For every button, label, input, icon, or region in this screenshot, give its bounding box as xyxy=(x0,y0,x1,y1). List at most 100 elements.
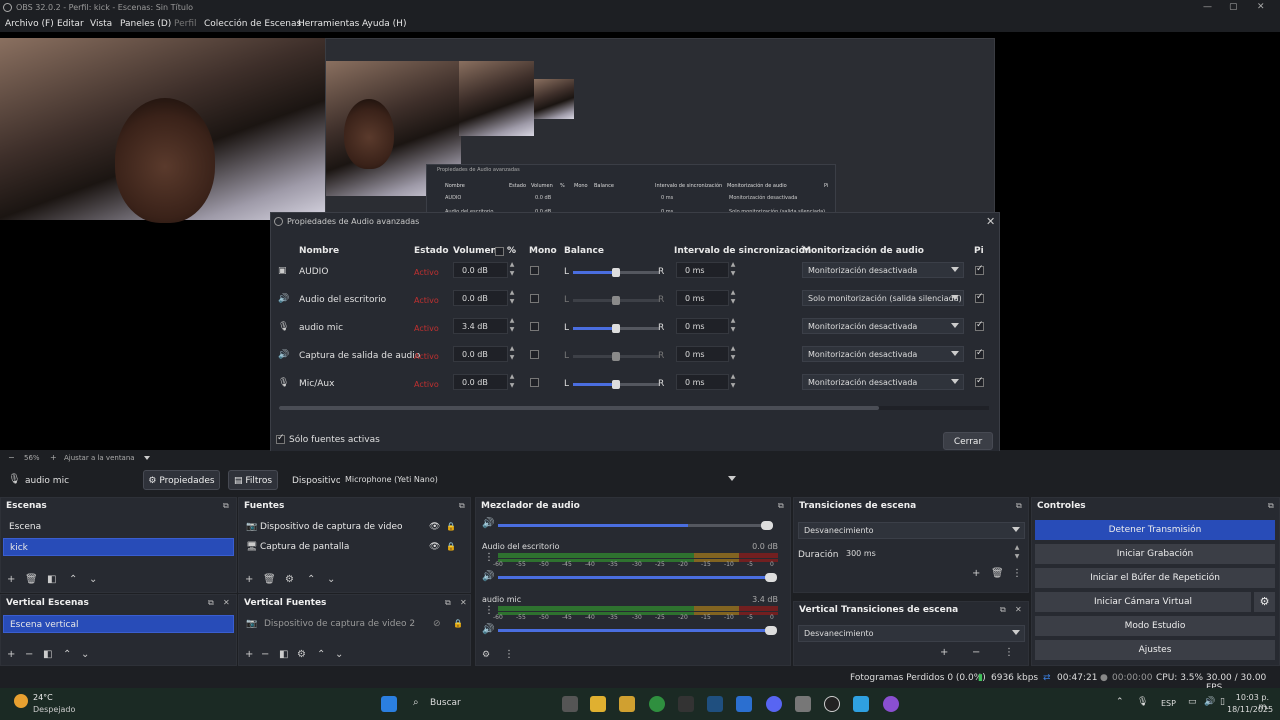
vertical-scene-item[interactable]: Escena vertical xyxy=(3,615,234,633)
search-icon[interactable]: ⌕ xyxy=(413,697,419,708)
remove-icon[interactable]: − xyxy=(972,647,980,658)
app-icon[interactable] xyxy=(736,696,752,712)
speaker-icon[interactable]: 🔊 xyxy=(482,518,494,529)
track-checkbox[interactable] xyxy=(975,320,984,331)
menu-ayuda[interactable]: Ayuda (H) xyxy=(362,19,406,29)
volume-input[interactable]: 3.4 dB xyxy=(453,318,508,334)
spin-up-icon[interactable]: ▲ xyxy=(1013,544,1021,551)
lock-icon[interactable]: 🔒 xyxy=(453,619,463,628)
spin-up-icon[interactable]: ▲ xyxy=(508,261,516,268)
task-view-icon[interactable] xyxy=(562,696,578,712)
menu-herramientas[interactable]: Herramientas xyxy=(298,19,359,29)
lock-icon[interactable]: 🔒 xyxy=(446,542,456,551)
spin-down-icon[interactable]: ▼ xyxy=(508,382,516,389)
vertical-transition-select[interactable]: Desvanecimiento xyxy=(798,625,1025,642)
eye-icon[interactable]: 👁 xyxy=(429,522,440,532)
track-checkbox[interactable] xyxy=(975,264,984,275)
app-icon[interactable] xyxy=(853,696,869,712)
start-replay-buffer-button[interactable]: Iniciar el Búfer de Repetición xyxy=(1035,568,1275,588)
scene-item[interactable]: Escena xyxy=(3,518,234,536)
move-down-icon[interactable]: ⌄ xyxy=(327,574,335,585)
duration-input[interactable]: 300 ms xyxy=(838,546,1025,562)
spin-up-icon[interactable]: ▲ xyxy=(508,345,516,352)
move-up-icon[interactable]: ⌃ xyxy=(69,574,77,585)
menu-archivo[interactable]: Archivo (F) xyxy=(5,19,54,29)
spin-up-icon[interactable]: ▲ xyxy=(508,289,516,296)
sync-offset-input[interactable]: 0 ms xyxy=(676,262,729,278)
mono-checkbox[interactable] xyxy=(530,322,539,331)
gear-icon[interactable]: ⚙ xyxy=(482,650,490,660)
sync-offset-input[interactable]: 0 ms xyxy=(676,318,729,334)
mic-icon[interactable]: 🎙 xyxy=(1137,697,1148,707)
undock-icon[interactable]: ⧉ xyxy=(459,501,465,511)
close-icon[interactable]: ✕ xyxy=(223,598,230,607)
eye-hidden-icon[interactable]: ⊘ xyxy=(433,619,441,629)
spin-up-icon[interactable]: ▲ xyxy=(729,345,737,352)
properties-button[interactable]: ⚙ Propiedades xyxy=(143,470,220,490)
chevron-down-icon[interactable] xyxy=(144,456,150,460)
menu-coleccion[interactable]: Colección de Escenas xyxy=(204,19,301,29)
header-state[interactable]: Estado xyxy=(414,246,449,256)
device-select[interactable]: Microphone (Yeti Nano) xyxy=(340,472,740,489)
move-up-icon[interactable]: ⌃ xyxy=(317,649,325,660)
master-volume-slider[interactable] xyxy=(498,521,773,530)
filter-icon[interactable]: ◧ xyxy=(43,649,52,660)
spin-down-icon[interactable]: ▼ xyxy=(729,298,737,305)
balance-slider[interactable] xyxy=(573,296,659,305)
trash-icon[interactable]: 🗑 xyxy=(991,568,1004,579)
sync-offset-input[interactable]: 0 ms xyxy=(676,346,729,362)
close-icon[interactable]: ✕ xyxy=(460,598,467,607)
balance-slider[interactable] xyxy=(573,268,659,277)
app-icon[interactable] xyxy=(883,696,899,712)
spin-up-icon[interactable]: ▲ xyxy=(729,261,737,268)
more-icon[interactable]: ⋮ xyxy=(1012,568,1022,579)
lock-icon[interactable]: 🔒 xyxy=(446,522,456,531)
spin-down-icon[interactable]: ▼ xyxy=(508,270,516,277)
mono-checkbox[interactable] xyxy=(530,350,539,359)
spin-up-icon[interactable]: ▲ xyxy=(729,289,737,296)
add-icon[interactable]: + xyxy=(940,647,948,658)
add-icon[interactable]: + xyxy=(245,649,253,660)
maximize-icon[interactable]: ▢ xyxy=(1229,2,1238,12)
channel-volume-slider[interactable] xyxy=(498,626,777,635)
zoom-in-button[interactable]: + xyxy=(50,453,57,462)
active-only-checkbox[interactable] xyxy=(276,433,285,444)
spin-down-icon[interactable]: ▼ xyxy=(729,326,737,333)
chrome-icon[interactable] xyxy=(649,696,665,712)
fit-window-select[interactable]: Ajustar a la ventana xyxy=(64,454,135,462)
speaker-icon[interactable]: 🔊 xyxy=(482,571,494,582)
speaker-icon[interactable]: 🔊 xyxy=(482,624,494,635)
minimize-icon[interactable]: — xyxy=(1203,2,1212,12)
spin-down-icon[interactable]: ▼ xyxy=(1013,553,1021,560)
undock-icon[interactable]: ⧉ xyxy=(445,598,451,608)
eye-icon[interactable]: 👁 xyxy=(429,542,440,552)
spin-down-icon[interactable]: ▼ xyxy=(508,326,516,333)
undock-icon[interactable]: ⧉ xyxy=(778,501,784,511)
volume-icon[interactable]: 🔊 xyxy=(1204,697,1215,707)
close-icon[interactable]: ✕ xyxy=(1015,605,1022,614)
move-down-icon[interactable]: ⌄ xyxy=(335,649,343,660)
spin-up-icon[interactable]: ▲ xyxy=(508,373,516,380)
menu-paneles[interactable]: Paneles (D) xyxy=(120,19,171,29)
source-item[interactable]: Captura de pantalla xyxy=(254,538,424,556)
discord-icon[interactable] xyxy=(766,696,782,712)
header-volume[interactable]: Volumen xyxy=(453,246,497,256)
header-sync[interactable]: Intervalo de sincronización xyxy=(674,246,811,256)
balance-slider[interactable] xyxy=(573,352,659,361)
clock-date[interactable]: 18/11/2025 xyxy=(1227,705,1273,714)
spin-down-icon[interactable]: ▼ xyxy=(729,270,737,277)
dialog-close-icon[interactable]: ✕ xyxy=(986,215,995,228)
app-icon[interactable] xyxy=(678,696,694,712)
balance-slider[interactable] xyxy=(573,324,659,333)
move-down-icon[interactable]: ⌄ xyxy=(89,574,97,585)
header-name[interactable]: Nombre xyxy=(299,246,339,256)
gear-icon[interactable]: ⚙ xyxy=(297,649,306,660)
undock-icon[interactable]: ⧉ xyxy=(208,598,214,608)
steam-icon[interactable] xyxy=(707,696,723,712)
settings-button[interactable]: Ajustes xyxy=(1035,640,1275,660)
zoom-out-button[interactable]: − xyxy=(8,453,15,462)
monitoring-select[interactable]: Monitorización desactivada xyxy=(802,262,964,278)
move-up-icon[interactable]: ⌃ xyxy=(63,649,71,660)
track-checkbox[interactable] xyxy=(975,348,984,359)
start-recording-button[interactable]: Iniciar Grabación xyxy=(1035,544,1275,564)
